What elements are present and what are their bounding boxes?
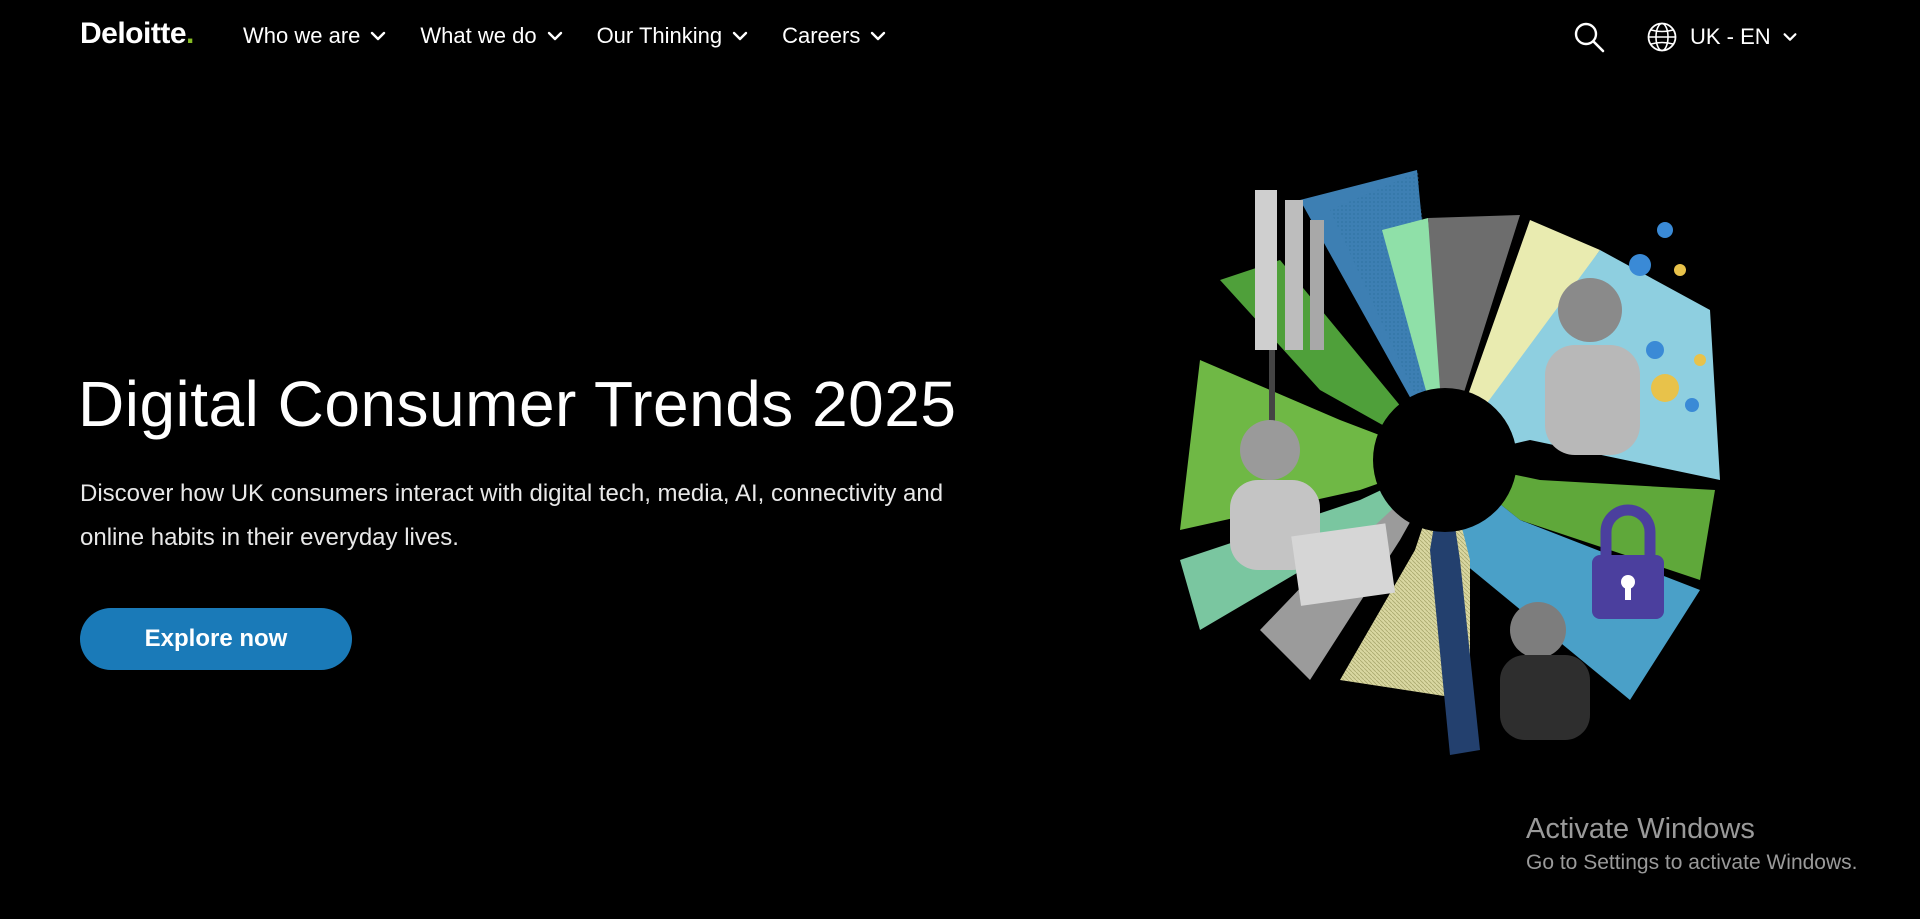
page: Deloitte. Who we are What we do Our Thin… xyxy=(0,0,1920,919)
chevron-down-icon xyxy=(1783,33,1797,41)
bubble xyxy=(1685,398,1699,412)
hero-description: Discover how UK consumers interact with … xyxy=(80,480,944,551)
logo-dot: . xyxy=(186,17,194,50)
nav-label: Careers xyxy=(782,23,861,48)
center-hole xyxy=(1373,388,1517,532)
person-left xyxy=(1240,420,1300,480)
person-bottom xyxy=(1510,602,1566,658)
tower-mast xyxy=(1255,190,1277,350)
chevron-down-icon xyxy=(732,31,748,41)
nav-careers[interactable]: Careers xyxy=(782,20,888,52)
nav-label: Who we are xyxy=(243,23,361,48)
hero-title: Digital Consumer Trends 2025 xyxy=(78,368,957,440)
language-label: UK - EN xyxy=(1690,24,1771,49)
nav-who-we-are[interactable]: Who we are xyxy=(243,20,388,52)
chevron-down-icon xyxy=(871,31,886,41)
tower-mast xyxy=(1310,220,1324,350)
search-button[interactable] xyxy=(1568,16,1610,58)
nav-label: What we do xyxy=(420,23,537,48)
laptop xyxy=(1291,523,1396,606)
deloitte-logo[interactable]: Deloitte. xyxy=(80,16,194,52)
search-icon xyxy=(1574,22,1605,53)
tower-mast xyxy=(1285,200,1303,350)
nav-what-we-do[interactable]: What we do xyxy=(420,20,564,52)
activate-windows-watermark: Activate Windows Go to Settings to activ… xyxy=(1526,810,1858,878)
bubble xyxy=(1629,254,1651,276)
explore-now-button[interactable]: Explore now xyxy=(80,608,352,670)
site-header: Deloitte. Who we are What we do Our Thin… xyxy=(0,0,1920,72)
bubble xyxy=(1674,264,1686,276)
bubble xyxy=(1694,354,1706,366)
header-utilities: UK - EN xyxy=(1568,16,1799,58)
nav-our-thinking[interactable]: Our Thinking xyxy=(597,20,751,52)
watermark-title: Activate Windows xyxy=(1526,813,1755,845)
watermark-subtitle: Go to Settings to activate Windows. xyxy=(1526,851,1858,874)
person-right xyxy=(1558,278,1622,342)
bubble xyxy=(1651,374,1679,402)
bubble xyxy=(1657,222,1673,238)
person-bottom-body xyxy=(1500,655,1590,740)
globe-icon xyxy=(1647,22,1677,52)
language-selector[interactable]: UK - EN xyxy=(1646,21,1799,53)
bubble xyxy=(1646,341,1664,359)
main-nav: Who we are What we do Our Thinking Caree… xyxy=(243,20,920,52)
person-right-body xyxy=(1545,345,1640,455)
chevron-down-icon xyxy=(547,31,562,41)
hero-illustration xyxy=(1180,170,1720,755)
logo-text: Deloitte xyxy=(80,17,187,50)
nav-label: Our Thinking xyxy=(596,23,723,48)
chevron-down-icon xyxy=(371,31,386,41)
